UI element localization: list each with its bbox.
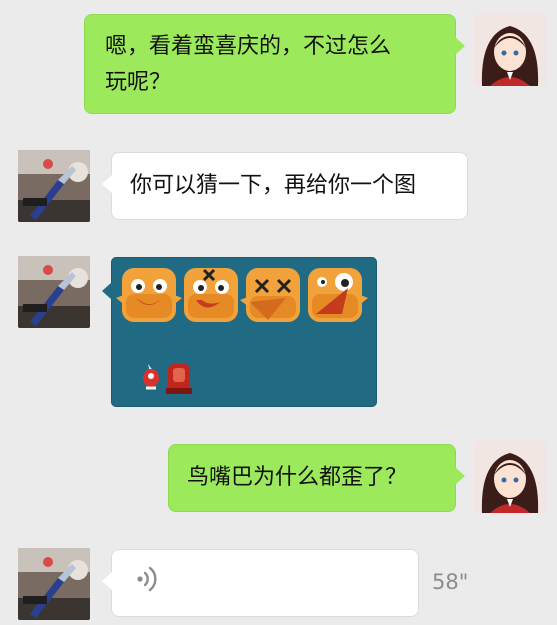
bird-sprite bbox=[116, 268, 182, 322]
self-avatar[interactable] bbox=[474, 14, 546, 86]
voice-duration: 58" bbox=[432, 570, 469, 594]
message-text: 你可以猜一下，再给你一个图 bbox=[130, 173, 417, 198]
message-text-line: 嗯，看着蛮喜庆的，不过怎么 bbox=[105, 34, 392, 59]
message-text-line: 玩呢？ bbox=[105, 70, 172, 95]
other-avatar[interactable] bbox=[18, 150, 90, 222]
voice-wave-icon bbox=[137, 566, 157, 592]
message-bubble-self[interactable]: 鸟嘴巴为什么都歪了？ bbox=[168, 444, 465, 512]
message-bubble-other[interactable]: 你可以猜一下，再给你一个图 bbox=[102, 152, 468, 220]
message-text: 鸟嘴巴为什么都歪了？ bbox=[187, 465, 408, 490]
bird-sprite bbox=[240, 268, 300, 322]
image-message[interactable] bbox=[102, 257, 377, 407]
self-avatar[interactable] bbox=[474, 441, 546, 513]
bird-sprite bbox=[184, 268, 238, 322]
small-bird-sprite bbox=[143, 364, 159, 390]
bird-sprite bbox=[308, 268, 368, 322]
bird-sprites-image bbox=[116, 268, 368, 394]
other-avatar[interactable] bbox=[18, 548, 90, 620]
voice-message-bubble[interactable] bbox=[102, 549, 419, 617]
gate-sprite bbox=[166, 364, 192, 394]
chat-window: 嗯，看着蛮喜庆的，不过怎么 玩呢？ 你可以猜一下，再给你一个图 鸟嘴巴为什么都歪… bbox=[0, 0, 557, 625]
other-avatar[interactable] bbox=[18, 256, 90, 328]
message-bubble-self[interactable]: 嗯，看着蛮喜庆的，不过怎么 玩呢？ bbox=[84, 14, 465, 114]
